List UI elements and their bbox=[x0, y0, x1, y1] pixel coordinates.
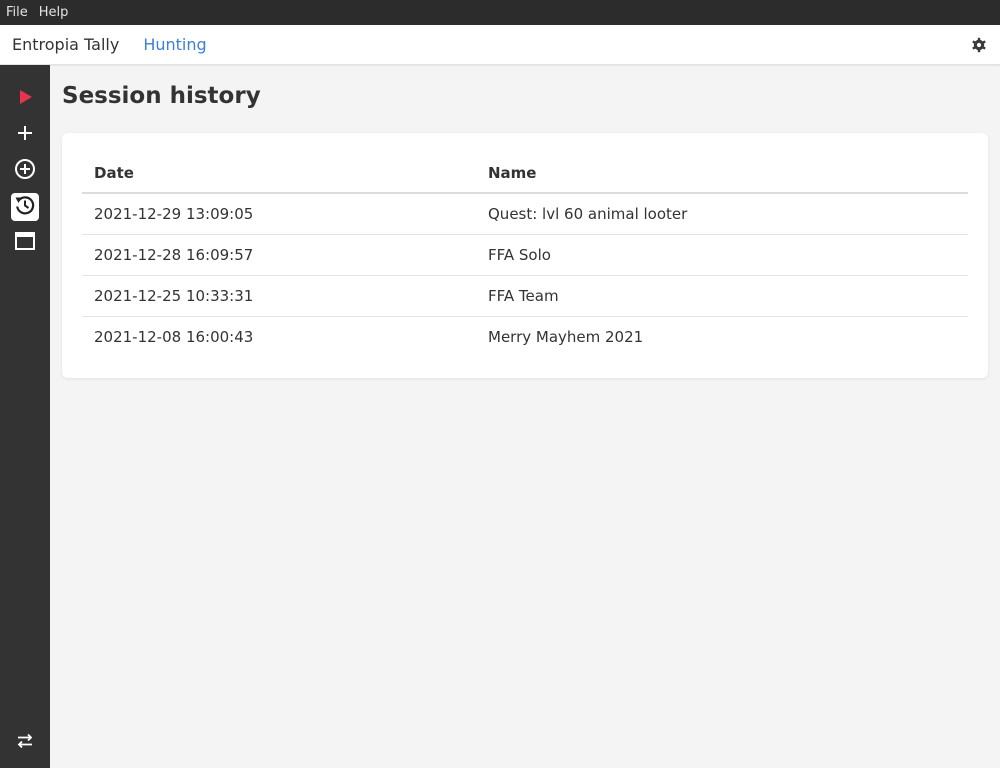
app-bar: Entropia Tally Hunting bbox=[0, 25, 1000, 65]
play-icon bbox=[17, 89, 33, 109]
table-row[interactable]: 2021-12-28 16:09:57 FFA Solo bbox=[82, 234, 968, 276]
table-row[interactable]: 2021-12-29 13:09:05 Quest: lvl 60 animal… bbox=[82, 193, 968, 235]
session-name: Quest: lvl 60 animal looter bbox=[476, 193, 968, 235]
add-circle-icon bbox=[14, 158, 36, 184]
session-history-card: Date Name 2021-12-29 13:09:05 Quest: lvl… bbox=[62, 133, 988, 378]
sidebar-new-button[interactable] bbox=[11, 121, 39, 149]
session-name: FFA Team bbox=[476, 275, 968, 317]
swap-icon bbox=[16, 733, 34, 753]
session-name: FFA Solo bbox=[476, 234, 968, 276]
sidebar-history-button[interactable] bbox=[11, 193, 39, 221]
sidebar-swap-button[interactable] bbox=[11, 729, 39, 757]
app-title: Entropia Tally bbox=[12, 35, 120, 54]
plus-icon bbox=[17, 125, 33, 145]
menu-file[interactable]: File bbox=[6, 5, 28, 20]
menu-help[interactable]: Help bbox=[39, 5, 69, 20]
menu-bar: File Help bbox=[0, 0, 1000, 25]
sidebar-play-button[interactable] bbox=[11, 85, 39, 113]
column-header-name[interactable]: Name bbox=[476, 153, 968, 194]
table-header-row: Date Name bbox=[82, 153, 968, 194]
sidebar-window-button[interactable] bbox=[11, 229, 39, 257]
sidebar bbox=[0, 65, 50, 768]
session-table: Date Name 2021-12-29 13:09:05 Quest: lvl… bbox=[82, 153, 968, 357]
main-content: Session history Date Name 2021-12-29 13:… bbox=[50, 65, 1000, 768]
page-title: Session history bbox=[62, 83, 261, 109]
column-header-date[interactable]: Date bbox=[82, 153, 476, 194]
settings-gear-icon[interactable] bbox=[971, 37, 987, 53]
session-name: Merry Mayhem 2021 bbox=[488, 327, 644, 346]
sidebar-add-button[interactable] bbox=[11, 157, 39, 185]
nav-link-hunting[interactable]: Hunting bbox=[143, 35, 206, 54]
session-date: 2021-12-28 16:09:57 bbox=[82, 234, 476, 276]
history-icon bbox=[14, 194, 36, 220]
session-date: 2021-12-08 16:00:43 bbox=[94, 327, 254, 346]
window-icon bbox=[15, 232, 35, 254]
table-row[interactable]: 2021-12-08 16:00:43 Merry Mayhem 2021 bbox=[82, 316, 968, 357]
table-row[interactable]: 2021-12-25 10:33:31 FFA Team bbox=[82, 275, 968, 317]
session-date: 2021-12-25 10:33:31 bbox=[82, 275, 476, 317]
session-date: 2021-12-29 13:09:05 bbox=[82, 193, 476, 235]
